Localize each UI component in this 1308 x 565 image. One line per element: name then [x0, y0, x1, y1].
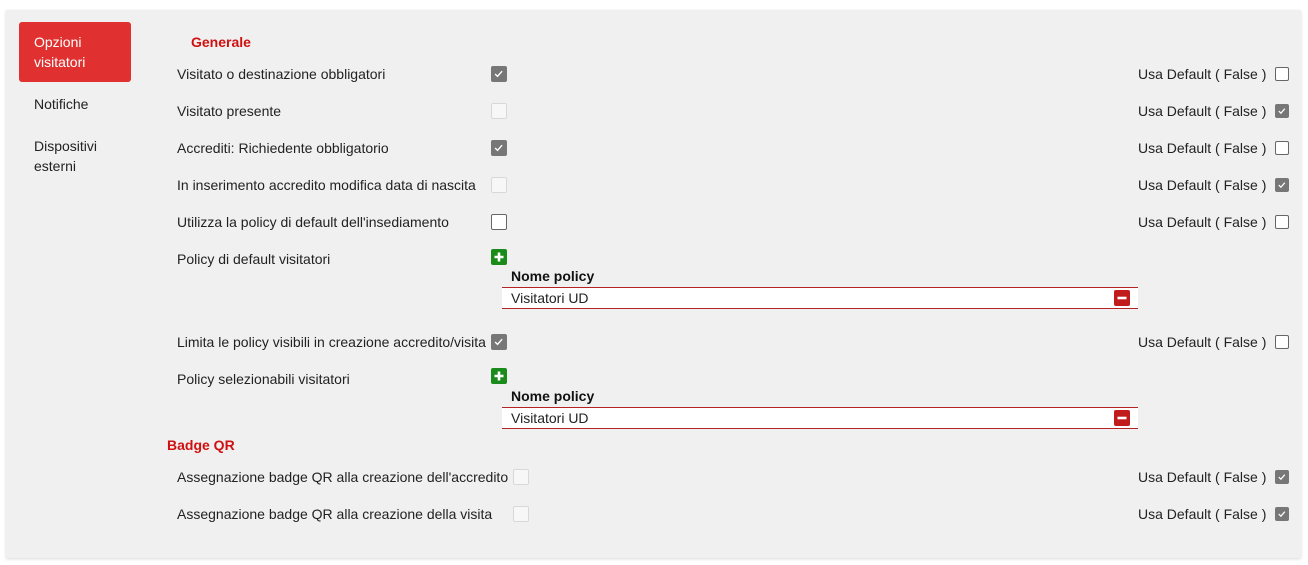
use-default-checkbox[interactable] [1275, 507, 1289, 521]
section-title-generale: Generale [191, 34, 251, 50]
setting-checkbox[interactable] [513, 506, 529, 522]
checkmark-icon [495, 71, 504, 78]
setting-checkbox[interactable] [491, 103, 507, 119]
use-default-label: Usa Default ( False ) [1138, 177, 1267, 193]
setting-checkbox[interactable] [491, 214, 507, 230]
setting-label: Visitato presente [177, 103, 282, 119]
policy-table-row: Visitatori UD [502, 407, 1138, 429]
setting-checkbox[interactable] [491, 140, 507, 156]
policy-name: Visitatori UD [511, 290, 589, 306]
add-policy-button[interactable] [491, 249, 507, 265]
policy-table-row: Visitatori UD [502, 287, 1138, 309]
setting-label: In inserimento accredito modifica data d… [177, 177, 476, 193]
remove-policy-button[interactable] [1114, 290, 1130, 306]
setting-label: Accrediti: Richiedente obbligatorio [177, 140, 389, 156]
checkmark-icon [495, 145, 504, 152]
setting-label: Visitato o destinazione obbligatori [177, 66, 386, 82]
minus-icon [1117, 296, 1127, 300]
minus-icon [1117, 416, 1127, 420]
checkmark-icon [1278, 108, 1286, 115]
setting-checkbox[interactable] [491, 66, 507, 82]
use-default-label: Usa Default ( False ) [1138, 469, 1267, 485]
checkmark-icon [1278, 182, 1286, 189]
setting-label: Policy selezionabili visitatori [177, 371, 350, 387]
policy-name: Visitatori UD [511, 410, 589, 426]
add-policy-button[interactable] [491, 368, 507, 384]
use-default-checkbox[interactable] [1275, 178, 1289, 192]
use-default-checkbox[interactable] [1275, 215, 1289, 229]
setting-label: Utilizza la policy di default dell'insed… [177, 214, 449, 230]
setting-label: Assegnazione badge QR alla creazione del… [177, 469, 509, 485]
sidebar-item-dispositivi-esterni[interactable]: Dispositivi esterni [19, 136, 131, 176]
use-default-checkbox[interactable] [1275, 335, 1289, 349]
setting-label: Limita le policy visibili in creazione a… [177, 334, 486, 350]
setting-checkbox[interactable] [491, 334, 507, 350]
section-title-badge-qr: Badge QR [167, 437, 235, 453]
plus-icon [494, 371, 504, 381]
use-default-label: Usa Default ( False ) [1138, 140, 1267, 156]
sidebar-item-notifiche[interactable]: Notifiche [19, 94, 131, 114]
policy-table-header: Nome policy [511, 268, 595, 284]
checkmark-icon [1278, 474, 1286, 481]
use-default-checkbox[interactable] [1275, 104, 1289, 118]
use-default-label: Usa Default ( False ) [1138, 506, 1267, 522]
use-default-label: Usa Default ( False ) [1138, 103, 1267, 119]
setting-label: Policy di default visitatori [177, 251, 331, 267]
use-default-label: Usa Default ( False ) [1138, 66, 1267, 82]
checkmark-icon [495, 339, 504, 346]
setting-label: Assegnazione badge QR alla creazione del… [177, 506, 493, 522]
plus-icon [494, 252, 504, 262]
use-default-checkbox[interactable] [1275, 141, 1289, 155]
sidebar-item-opzioni-visitatori[interactable]: Opzioni visitatori [19, 22, 131, 82]
use-default-checkbox[interactable] [1275, 470, 1289, 484]
use-default-label: Usa Default ( False ) [1138, 334, 1267, 350]
setting-checkbox[interactable] [491, 177, 507, 193]
setting-checkbox[interactable] [513, 469, 529, 485]
checkmark-icon [1278, 511, 1286, 518]
policy-table-header: Nome policy [511, 388, 595, 404]
use-default-checkbox[interactable] [1275, 67, 1289, 81]
use-default-label: Usa Default ( False ) [1138, 214, 1267, 230]
remove-policy-button[interactable] [1114, 410, 1130, 426]
